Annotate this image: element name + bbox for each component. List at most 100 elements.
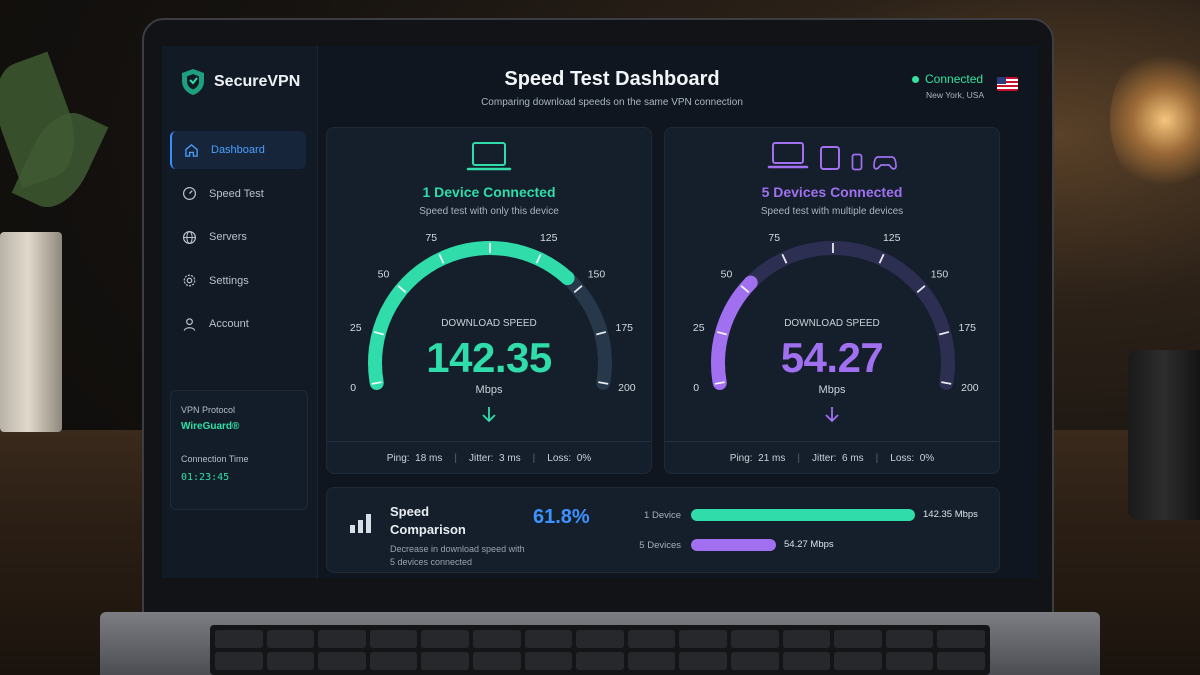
comparison-bar-row: 5 Devices 54.27 Mbps [617,539,915,551]
plant-pot [0,232,62,432]
brand: SecureVPN [180,68,300,96]
user-icon [183,318,196,331]
status-text: Connected [925,72,984,86]
connection-time-label: Connection Time [181,454,249,464]
gauge-tick-label: 100 [481,228,499,231]
keyboard-key [937,630,985,648]
keyboard-key [937,652,985,670]
sidebar-item-label: Speed Test [209,187,264,200]
keyboard-key [679,652,727,670]
gauge-label: DOWNLOAD SPEED [441,318,537,329]
panel-device-icons [665,141,999,171]
sidebar-item-settings[interactable]: Settings [170,262,306,300]
keyboard-key [421,630,469,648]
gear-icon [183,274,196,287]
gauge-tick-label: 75 [425,232,437,244]
keyboard-key [782,652,831,670]
download-speed-value: 142.35 [426,334,552,381]
gauge-needle-knob [560,271,575,286]
keyboard-key [627,652,676,670]
bar-label: 5 Devices [639,539,681,551]
keyboard-key [266,652,315,670]
ping-stat: Ping: 21 ms [729,453,786,464]
us-flag-icon [997,77,1018,91]
sidebar-nav: Dashboard Speed Test Servers Settings Ac… [170,131,306,349]
bar-fill [691,539,776,551]
keyboard-key [679,630,727,648]
jitter-stat: Jitter: 3 ms [468,453,521,464]
connection-status[interactable]: Connected New York, USA [912,72,984,100]
sidebar-item-label: Servers [209,231,247,244]
separator: | [875,453,879,464]
gauge-tick-label: 150 [588,269,606,281]
keyboard-key [472,652,521,670]
panel-device-icons [327,141,651,173]
keyboard-key [369,652,418,670]
sidebar-item-label: Dashboard [211,144,265,156]
sidebar-item-dashboard[interactable]: Dashboard [170,131,306,169]
panel-subtitle: Speed test with only this device [419,206,559,217]
bar-chart-icon [350,514,371,533]
keyboard-key [782,630,831,648]
globe-icon [182,230,197,244]
sidebar-item-account[interactable]: Account [170,305,306,343]
speedometer-icon [182,187,197,201]
gauge-tick-label: 50 [378,269,390,281]
gauge-tick-label: 150 [931,269,949,281]
multi-device-panel: 5 Devices Connected Speed test with mult… [664,127,1000,474]
gauge-tick-label: 125 [883,232,901,244]
app-screen: SecureVPN Dashboard Speed Test Servers S… [162,46,1038,578]
bar-track: 54.27 Mbps [691,539,915,551]
stats-row: Ping: 18 ms | Jitter: 3 ms | Loss: 0% [327,441,651,475]
bar-track: 142.35 Mbps [691,509,978,521]
laptop-icon [767,142,809,169]
comparison-title: Speed Comparison [390,504,466,537]
speed-comparison-card: Speed Comparison Decrease in download sp… [326,487,1000,573]
connection-time-value: 01:23:45 [181,472,230,483]
download-speed-value: 54.27 [780,334,884,381]
single-device-panel: 1 Device Connected Speed test with only … [326,127,652,474]
keyboard-key [472,630,521,648]
bar-value: 142.35 Mbps [923,509,978,520]
panel-title: 5 Devices Connected [761,184,903,200]
brand-name: SecureVPN [214,73,301,90]
keyboard-key [215,630,263,648]
keyboard-key [266,630,315,648]
keyboard-key [576,630,624,648]
ping-stat: Ping: 18 ms [386,453,443,464]
keyboard-key [576,652,624,670]
status-dot-icon [912,75,919,83]
keyboard-key [885,630,934,648]
loss-stat: Loss: 0% [890,453,935,464]
connection-info: VPN Protocol WireGuard® Connection Time … [170,390,308,510]
stats-row: Ping: 21 ms | Jitter: 6 ms | Loss: 0% [665,441,999,475]
sidebar-item-servers[interactable]: Servers [170,218,306,256]
sidebar-item-label: Settings [209,274,249,287]
panel-subtitle: Speed test with multiple devices [760,206,904,217]
comparison-bar-row: 1 Device 142.35 Mbps [617,509,978,521]
shield-icon [182,69,204,95]
keyboard-key [524,630,573,648]
phone-icon [851,153,863,171]
loss-stat: Loss: 0% [547,453,592,464]
gauge-tick-label: 50 [721,269,733,281]
tablet-icon [820,146,840,170]
gauge-unit: Mbps [818,384,846,396]
keyboard-key [834,652,882,670]
lamp-glow [1110,45,1200,195]
keyboard-key [730,652,779,670]
sidebar-item-label: Account [209,318,249,331]
status-location: New York, USA [926,90,985,100]
jitter-stat: Jitter: 6 ms [811,453,864,464]
sidebar-item-speed-test[interactable]: Speed Test [170,175,306,213]
bar-label: 1 Device [644,509,681,521]
panel-title: 1 Device Connected [422,184,556,200]
sidebar: SecureVPN Dashboard Speed Test Servers S… [162,46,318,578]
keyboard-key [885,652,934,670]
gamepad-icon [873,156,897,170]
separator: | [454,453,457,464]
keyboard-key [524,652,573,670]
gauge-label: DOWNLOAD SPEED [784,318,880,329]
keyboard-key [834,630,882,648]
comparison-description: Decrease in download speed with 5 device… [390,544,525,567]
